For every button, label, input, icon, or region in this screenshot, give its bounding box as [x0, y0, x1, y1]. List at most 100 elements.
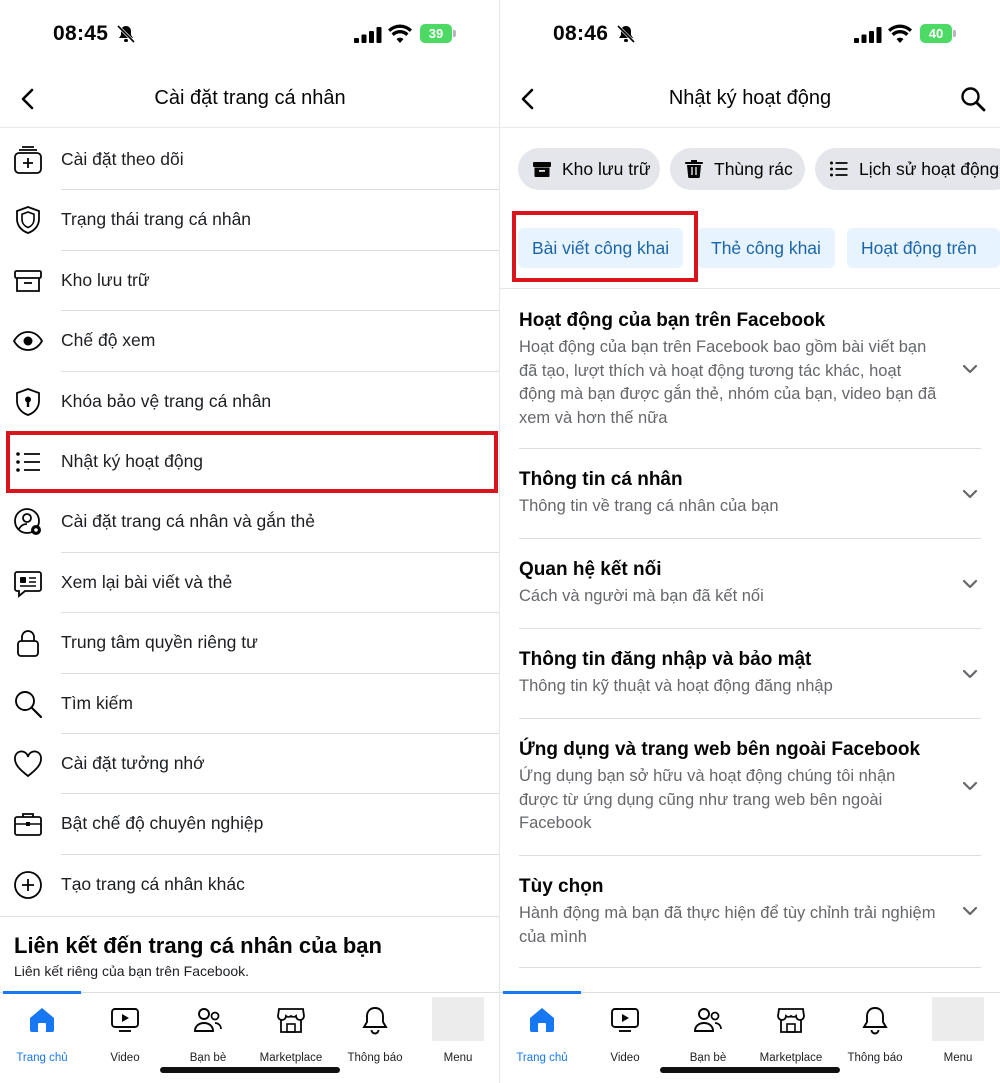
nav-video[interactable]: Video [583, 1003, 667, 1065]
header-bar: Nhật ký hoạt động [500, 70, 1000, 128]
nav-friends[interactable]: Bạn bè [666, 1003, 750, 1065]
chip-trash[interactable]: Thùng rác [670, 148, 805, 190]
section-off-facebook-apps[interactable]: Ứng dụng và trang web bên ngoài Facebook… [519, 739, 981, 836]
search-icon [15, 690, 43, 718]
menu-item-label: Chế độ xem [61, 330, 156, 351]
chevron-down-icon [962, 781, 978, 791]
wifi-icon [888, 24, 912, 43]
user-gear-icon [14, 508, 41, 536]
menu-item-archive[interactable]: Kho lưu trữ [0, 251, 500, 312]
menu-item-label: Trạng thái trang cá nhân [61, 209, 252, 230]
highlight-box-public-posts [512, 211, 698, 282]
section-personal-info[interactable]: Thông tin cá nhân Thông tin về trang cá … [519, 469, 981, 519]
review-posts-icon [14, 570, 42, 598]
trash-icon [685, 160, 703, 178]
menu-item-view-mode[interactable]: Chế độ xem [0, 311, 500, 372]
home-indicator [660, 1067, 840, 1073]
nav-friends[interactable]: Bạn bè [166, 1003, 250, 1065]
menu-item-profile-tagging-settings[interactable]: Cài đặt trang cá nhân và gắn thẻ [0, 492, 500, 553]
menu-item-label: Bật chế độ chuyên nghiệp [61, 813, 264, 834]
nav-home[interactable]: Trang chủ [0, 1003, 84, 1065]
section-facebook-activity[interactable]: Hoạt động của bạn trên Facebook Hoạt độn… [519, 310, 981, 430]
battery-indicator: 40 [920, 24, 956, 43]
follow-settings-icon [14, 146, 42, 174]
profile-settings-screen: 08:45 39 Cài đặt trang cá nhân Cài đặt t… [0, 0, 500, 1083]
section-connections[interactable]: Quan hệ kết nối Cách và người mà bạn đã … [519, 559, 981, 609]
panel-divider [499, 0, 500, 1083]
menu-item-label: Khóa bảo vệ trang cá nhân [61, 390, 272, 411]
menu-item-create-profile[interactable]: Tạo trang cá nhân khác [0, 855, 500, 915]
menu-item-profile-status[interactable]: Trạng thái trang cá nhân [0, 190, 500, 251]
plus-circle-icon [14, 870, 42, 899]
home-icon [30, 1008, 54, 1032]
video-icon [611, 1008, 639, 1032]
section-subtitle: Liên kết riêng của bạn trên Facebook. [14, 963, 250, 979]
divider [500, 288, 1000, 289]
menu-item-review-posts-tags[interactable]: Xem lại bài viết và thẻ [0, 553, 500, 614]
bell-icon [862, 1007, 888, 1035]
chip-activity-history[interactable]: Lịch sử hoạt động [815, 148, 1000, 190]
highlight-box-activity-log [6, 431, 498, 493]
nav-menu[interactable]: Menu [416, 1003, 500, 1065]
bell-off-icon [116, 24, 136, 44]
nav-notifications[interactable]: Thông báo [833, 1003, 917, 1065]
profile-lock-icon [16, 387, 40, 416]
home-indicator [160, 1067, 340, 1073]
chevron-down-icon [962, 489, 978, 499]
nav-home[interactable]: Trang chủ [500, 1003, 584, 1065]
divider [519, 718, 981, 719]
nav-marketplace[interactable]: Marketplace [749, 1003, 833, 1065]
menu-item-label: Cài đặt trang cá nhân và gắn thẻ [61, 511, 315, 532]
status-time: 08:46 [553, 22, 609, 45]
page-title: Cài đặt trang cá nhân [154, 87, 346, 109]
active-tab-indicator [3, 991, 81, 994]
menu-item-memorial-settings[interactable]: Cài đặt tưởng nhớ [0, 734, 500, 795]
menu-item-label: Tìm kiếm [61, 692, 133, 713]
menu-item-label: Xem lại bài viết và thẻ [61, 571, 233, 592]
profile-link-section: Liên kết đến trang cá nhân của bạn Liên … [0, 916, 500, 979]
menu-item-label: Cài đặt theo dõi [61, 149, 184, 169]
eye-icon [13, 331, 43, 352]
wifi-icon [388, 24, 412, 43]
lock-icon [17, 630, 39, 658]
archive-icon [14, 269, 42, 292]
section-login-security[interactable]: Thông tin đăng nhập và bảo mật Thông tin… [519, 649, 981, 699]
friends-icon [194, 1008, 222, 1032]
menu-item-search[interactable]: Tìm kiếm [0, 674, 500, 734]
menu-item-privacy-center[interactable]: Trung tâm quyền riêng tư [0, 613, 500, 674]
shield-icon [16, 206, 40, 235]
tab-activity-on[interactable]: Hoạt động trên [847, 228, 1000, 268]
chevron-down-icon [962, 669, 978, 679]
battery-indicator: 39 [420, 24, 456, 43]
status-time: 08:45 [53, 22, 109, 45]
menu-item-label: Tạo trang cá nhân khác [61, 873, 245, 894]
divider [519, 967, 981, 968]
filter-chips: Kho lưu trữ Thùng rác Lịch sử hoạt động [518, 148, 1000, 190]
bell-off-icon [616, 24, 636, 44]
section-title: Liên kết đến trang cá nhân của bạn [14, 933, 382, 958]
divider [519, 855, 981, 856]
cellular-signal-icon [854, 27, 882, 43]
marketplace-icon [777, 1008, 805, 1033]
menu-item-label: Trung tâm quyền riêng tư [61, 632, 258, 653]
nav-menu[interactable]: Menu [916, 1003, 1000, 1065]
menu-item-follow-settings[interactable]: Cài đặt theo dõi [0, 130, 500, 191]
nav-notifications[interactable]: Thông báo [333, 1003, 417, 1065]
menu-item-label: Kho lưu trữ [61, 269, 150, 290]
menu-item-profile-lock[interactable]: Khóa bảo vệ trang cá nhân [0, 372, 500, 432]
nav-video[interactable]: Video [83, 1003, 167, 1065]
friends-icon [694, 1008, 722, 1032]
chevron-down-icon [962, 579, 978, 589]
bell-icon [362, 1007, 388, 1035]
page-title: Nhật ký hoạt động [668, 87, 832, 109]
chevron-down-icon [962, 906, 978, 916]
home-icon [530, 1008, 554, 1032]
nav-marketplace[interactable]: Marketplace [249, 1003, 333, 1065]
briefcase-icon [14, 813, 42, 837]
menu-item-professional-mode[interactable]: Bật chế độ chuyên nghiệp [0, 794, 500, 855]
archive-icon [533, 162, 551, 177]
tab-public-tags[interactable]: Thẻ công khai [697, 228, 835, 268]
section-preferences[interactable]: Tùy chọn Hành động mà bạn đã thực hiện đ… [519, 876, 981, 949]
search-icon[interactable] [960, 86, 986, 112]
chip-archive[interactable]: Kho lưu trữ [518, 148, 660, 190]
